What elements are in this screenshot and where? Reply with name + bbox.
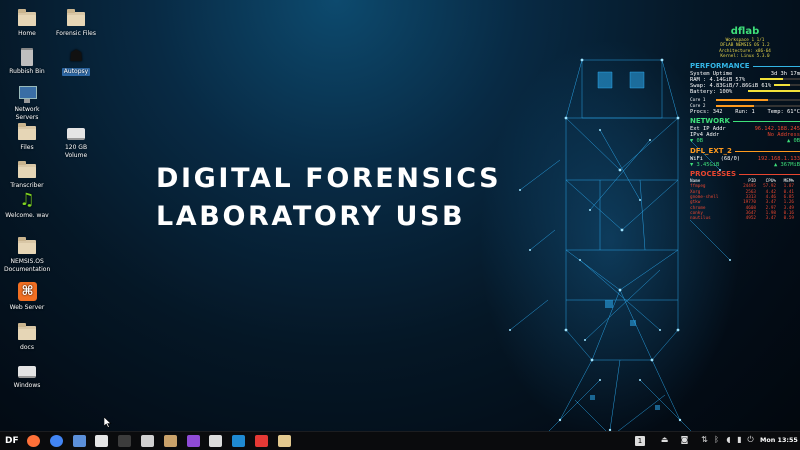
drive-icon: [16, 360, 38, 380]
conky-title: dflab: [730, 26, 760, 37]
core2-bar: [716, 104, 800, 107]
clock[interactable]: Mon 13:55: [760, 436, 798, 444]
folder-icon[interactable]: [277, 435, 291, 447]
core1-bar: [716, 99, 800, 102]
desktop-icon-network-servers[interactable]: Network Servers: [2, 84, 52, 121]
xampp-icon: ⌘: [16, 282, 38, 302]
desktop-icon-label: Welcome. wav: [5, 212, 49, 219]
desktop-icon-label: Windows: [13, 382, 41, 389]
process-table: Name PID CPU% MEM% ffmpeg 24495 57.92 1.87 Xorg 2…: [690, 179, 800, 221]
performance-header: PERFORMANCE: [690, 62, 800, 71]
firefox-icon[interactable]: [27, 435, 40, 447]
battery-icon[interactable]: ▮: [735, 435, 744, 445]
drive-icon: [65, 122, 87, 142]
folder-icon: [16, 160, 38, 180]
wallpaper-headline-line2: LABORATORY USB: [156, 201, 466, 232]
desktop-icon-nemsis-os-documentation[interactable]: NEMSIS.OS Documentation: [2, 236, 52, 273]
desktop-icon-label: 120 GB Volume: [64, 144, 88, 159]
swap-bar: [774, 84, 800, 87]
desktop-icon-label: NEMSIS.OS Documentation: [4, 258, 51, 273]
trash-icon: [16, 46, 38, 66]
network-header: NETWORK: [690, 117, 800, 126]
ext-header: DFL_EXT_2: [690, 147, 800, 156]
bluetooth-icon[interactable]: ᛒ: [712, 435, 721, 445]
network-traffic-row: ▼ 0B ▲ 0B: [690, 138, 800, 145]
taskbar: DF 1 ⏏ ◙ ⇅ ᛒ ◖ ▮ ⏻ Mon 13:55: [0, 431, 800, 450]
desktop-icon-web-server[interactable]: ⌘ Web Server: [2, 282, 52, 312]
camera-icon[interactable]: ◙: [680, 435, 689, 445]
desktop-icon-label: Home: [18, 30, 36, 37]
desktop-icon-label: Rubbish Bin: [9, 68, 45, 75]
folder-icon: [16, 322, 38, 342]
folder-icon: [65, 8, 87, 28]
desktop-icon-label: Transcriber: [10, 182, 44, 189]
desktop-icon-forensic-files[interactable]: Forensic Files: [51, 8, 101, 38]
wallpaper-headline-line1: DIGITAL FORENSICS: [156, 163, 502, 194]
desktop-icon-docs[interactable]: docs: [2, 322, 52, 352]
process-row: nautilus 4952 3.47 0.59: [690, 216, 794, 222]
desktop-icon-home[interactable]: Home: [2, 8, 52, 38]
desktop-icon-label: Files: [20, 144, 34, 151]
start-button[interactable]: DF: [5, 435, 19, 447]
chrome-icon[interactable]: [49, 435, 63, 447]
desktop-icon-label: Autopsy: [61, 68, 91, 76]
drive-icon[interactable]: [141, 435, 154, 447]
desktop-icon-label: docs: [20, 344, 34, 351]
files-icon[interactable]: [72, 435, 86, 447]
terminal-icon[interactable]: [118, 435, 132, 447]
volume-icon[interactable]: ◖: [724, 435, 733, 445]
desktop-icon-label: Forensic Files: [56, 30, 96, 37]
store-icon[interactable]: [95, 435, 109, 447]
conky-kernel: Kernel: Linux 5.3.0: [720, 54, 770, 60]
processes-header: PROCESSES: [690, 170, 800, 179]
shield-icon[interactable]: [186, 435, 200, 447]
desktop-icon-transcriber[interactable]: Transcriber: [2, 160, 52, 190]
folder-icon: [16, 236, 38, 256]
desktop-icon-label: Network Servers: [14, 106, 40, 121]
folder-icon: [16, 122, 38, 142]
folder-icon: [16, 8, 38, 28]
desktop-icon-welcome-wav[interactable]: ♫ Welcome. wav: [2, 190, 52, 220]
power-icon[interactable]: ⏻: [746, 435, 755, 445]
autopsy-icon: ☗: [69, 46, 84, 65]
desktop-icon-autopsy[interactable]: ☗ Autopsy: [51, 46, 101, 76]
desktop-icon-label: Web Server: [9, 304, 45, 311]
eject-icon[interactable]: ⏏: [660, 435, 669, 445]
battery-bar: [748, 90, 800, 93]
conky-system-monitor: dflab Workspace 1 1/1 DFLAB NEMSIS OS 1.…: [690, 26, 800, 221]
workspace-indicator[interactable]: 1: [635, 436, 645, 446]
mouse-cursor: [104, 417, 112, 428]
music-note-icon: ♫: [19, 190, 35, 210]
network-icon[interactable]: ⇅: [700, 435, 709, 445]
ext-traffic-row: ▼ 3.45GiB ▲ 367MiB: [690, 161, 800, 168]
desktop-icon-120-gb-volume[interactable]: 120 GB Volume: [51, 122, 101, 159]
ram-bar: [760, 77, 800, 80]
desktop-icon-rubbish-bin[interactable]: Rubbish Bin: [2, 46, 52, 76]
procs-row: Procs: 342 Run: 1 Temp: 61°C: [690, 108, 800, 115]
network-icon: [16, 84, 38, 104]
vscode-icon[interactable]: [232, 435, 246, 447]
desktop-icon-files[interactable]: Files: [2, 122, 52, 152]
disk-icon[interactable]: [209, 435, 223, 447]
archive-icon[interactable]: [163, 435, 177, 447]
desktop-icon-windows[interactable]: Windows: [2, 360, 52, 390]
dice-icon[interactable]: [255, 435, 268, 447]
